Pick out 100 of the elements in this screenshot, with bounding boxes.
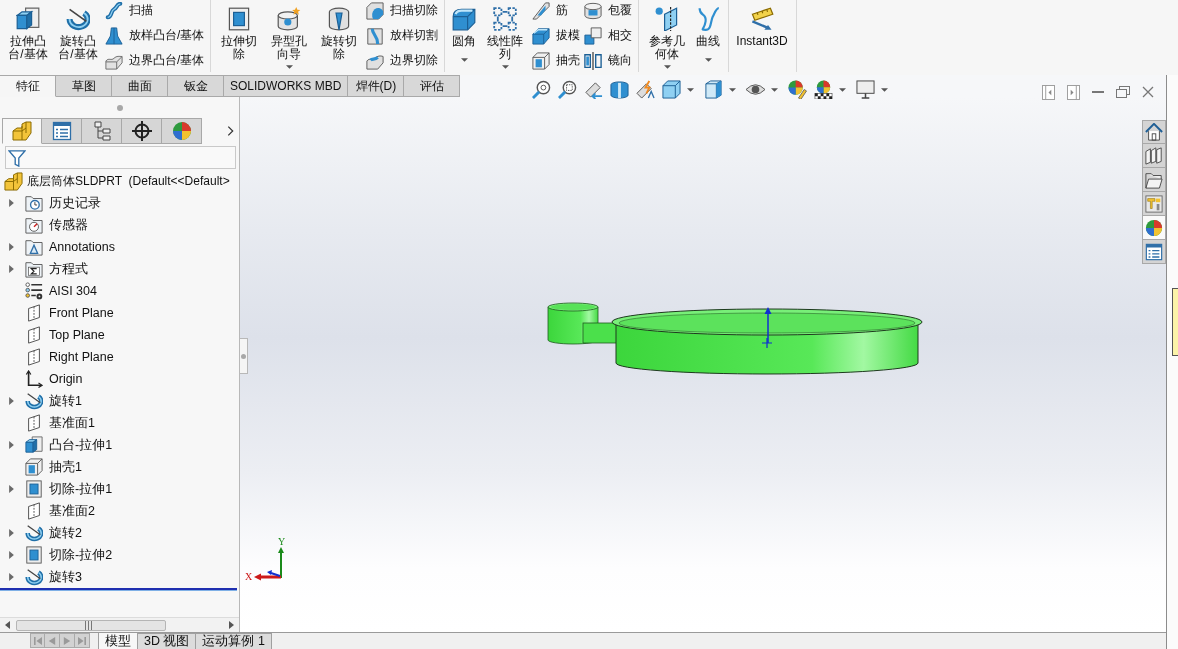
tree-item[interactable]: 方程式 — [49, 260, 88, 278]
tree-item[interactable]: 基准面2 — [49, 502, 95, 520]
tree-item[interactable]: 历史记录 — [49, 194, 101, 212]
tab[interactable]: 运动算例 1 — [196, 633, 272, 649]
tool-button[interactable]: 曲线 — [694, 0, 723, 72]
scroll-left-icon[interactable] — [5, 621, 10, 629]
caret-icon[interactable] — [687, 87, 695, 92]
tab[interactable]: SOLIDWORKS MBD — [224, 75, 349, 97]
expand-arrow-icon[interactable] — [9, 199, 14, 207]
pane-left-icon[interactable] — [1042, 84, 1055, 100]
panel-tab[interactable] — [122, 118, 162, 144]
task-pane-tab[interactable] — [1142, 216, 1166, 240]
tool-button[interactable]: 参考几何体 — [644, 0, 691, 72]
tree-item[interactable]: 抽壳1 — [49, 458, 82, 476]
tree-item[interactable]: Annotations — [49, 240, 116, 254]
tab[interactable]: 曲面 — [112, 75, 168, 97]
tool-button[interactable]: 拉伸凸台/基体 — [5, 0, 51, 72]
close-icon[interactable] — [1142, 86, 1154, 98]
caret-icon[interactable] — [771, 87, 779, 92]
tool-button[interactable]: Instant3D — [734, 0, 790, 72]
caret-icon[interactable] — [839, 87, 847, 92]
filter-field[interactable] — [5, 146, 236, 169]
restore-icon[interactable] — [1116, 86, 1130, 98]
pane-right-icon[interactable] — [1067, 84, 1080, 100]
tool-button[interactable]: 放样切割 — [366, 23, 439, 48]
tree-root[interactable]: 底层筒体SLDPRT (Default<<Default> — [27, 172, 230, 190]
caret-icon[interactable] — [881, 87, 889, 92]
part-model[interactable] — [547, 302, 923, 375]
tree-item[interactable]: Right Plane — [49, 350, 114, 364]
tab[interactable]: 模型 — [98, 633, 138, 649]
tab[interactable]: 焊件(D) — [348, 75, 405, 97]
tab[interactable]: 评估 — [404, 75, 461, 97]
tool-button[interactable]: 放样凸台/基体 — [105, 23, 205, 48]
tool-button[interactable]: 圆角 — [450, 0, 479, 72]
caret-icon[interactable] — [285, 65, 293, 69]
expand-arrow-icon[interactable] — [9, 485, 14, 493]
chevron-right-icon[interactable] — [225, 124, 236, 138]
caret-icon[interactable] — [729, 87, 737, 92]
scroll-right-icon[interactable] — [229, 621, 234, 629]
caret-icon[interactable] — [663, 65, 671, 69]
task-pane-tab[interactable] — [1142, 144, 1166, 168]
splitter-handle[interactable] — [240, 338, 248, 374]
tool-button[interactable]: 线性阵列 — [482, 0, 529, 72]
tool-button[interactable]: 扫描 — [105, 0, 205, 23]
expand-arrow-icon[interactable] — [9, 551, 14, 559]
tree-item[interactable]: 旋转3 — [49, 568, 82, 586]
task-pane-tab[interactable] — [1142, 240, 1166, 264]
expand-arrow-icon[interactable] — [9, 265, 14, 273]
tool-button[interactable]: 筋 — [532, 0, 581, 23]
tool-button[interactable]: 抽壳 — [532, 48, 581, 73]
tree-item[interactable]: 切除-拉伸2 — [49, 546, 113, 564]
expand-arrow-icon[interactable] — [9, 441, 14, 449]
tool-button[interactable]: 旋转凸台/基体 — [55, 0, 101, 72]
tool-button[interactable]: 边界切除 — [366, 48, 439, 73]
tab[interactable]: 特征 — [0, 75, 56, 97]
zoom-area-icon[interactable] — [558, 80, 578, 99]
grip-dot-icon[interactable] — [116, 104, 123, 111]
tree-item[interactable]: Top Plane — [49, 328, 105, 342]
tree-item[interactable]: Front Plane — [49, 306, 114, 320]
expand-arrow-icon[interactable] — [9, 397, 14, 405]
tool-button[interactable]: 拔模 — [532, 23, 581, 48]
tree-item[interactable]: 传感器 — [49, 216, 88, 234]
expand-arrow-icon[interactable] — [9, 243, 14, 251]
slanted-bar-arrow-icon[interactable] — [584, 80, 604, 99]
view-cube-icon[interactable] — [662, 80, 682, 99]
zoom-fit-icon[interactable] — [532, 80, 552, 99]
scrollbar-thumb[interactable] — [16, 619, 166, 631]
rollback-bar[interactable] — [0, 588, 237, 591]
tree-item[interactable]: 基准面1 — [49, 414, 95, 432]
section-cylinder-icon[interactable] — [610, 80, 630, 99]
caret-icon[interactable] — [460, 58, 468, 62]
expand-arrow-icon[interactable] — [9, 573, 14, 581]
monitor-icon[interactable] — [856, 80, 876, 99]
caret-icon[interactable] — [704, 58, 712, 62]
tree-item[interactable]: 切除-拉伸1 — [49, 480, 113, 498]
tab[interactable]: 3D 视图 — [138, 633, 197, 649]
tree-item[interactable]: 凸台-拉伸1 — [49, 436, 113, 454]
tool-button[interactable]: 包覆 — [584, 0, 633, 23]
tool-button[interactable]: 镜向 — [584, 48, 633, 73]
graphics-area[interactable]: Y X — [240, 97, 1166, 632]
color-ball-checker-icon[interactable] — [814, 80, 834, 99]
tree-item[interactable]: Origin — [49, 372, 83, 386]
caret-icon[interactable] — [501, 65, 509, 69]
task-pane-tab[interactable] — [1142, 120, 1166, 144]
task-pane-tab[interactable] — [1142, 168, 1166, 192]
panel-tab[interactable] — [42, 118, 82, 144]
tree-item[interactable]: AISI 304 — [49, 284, 97, 298]
tab[interactable]: 草图 — [56, 75, 112, 97]
tool-button[interactable]: 边界凸台/基体 — [105, 48, 205, 73]
tool-button[interactable]: 拉伸切除 — [216, 0, 263, 72]
shaded-box-icon[interactable] — [704, 80, 724, 99]
tab[interactable]: 钣金 — [168, 75, 224, 97]
tool-button[interactable]: 扫描切除 — [366, 0, 439, 23]
tool-button[interactable]: 旋转切除 — [316, 0, 363, 72]
tool-button[interactable]: 异型孔向导 — [266, 0, 313, 72]
tree-item[interactable]: 旋转1 — [49, 392, 82, 410]
expand-arrow-icon[interactable] — [9, 529, 14, 537]
tree-item[interactable]: 旋转2 — [49, 524, 82, 542]
scrollbar[interactable] — [0, 617, 239, 632]
tool-button[interactable]: 相交 — [584, 23, 633, 48]
